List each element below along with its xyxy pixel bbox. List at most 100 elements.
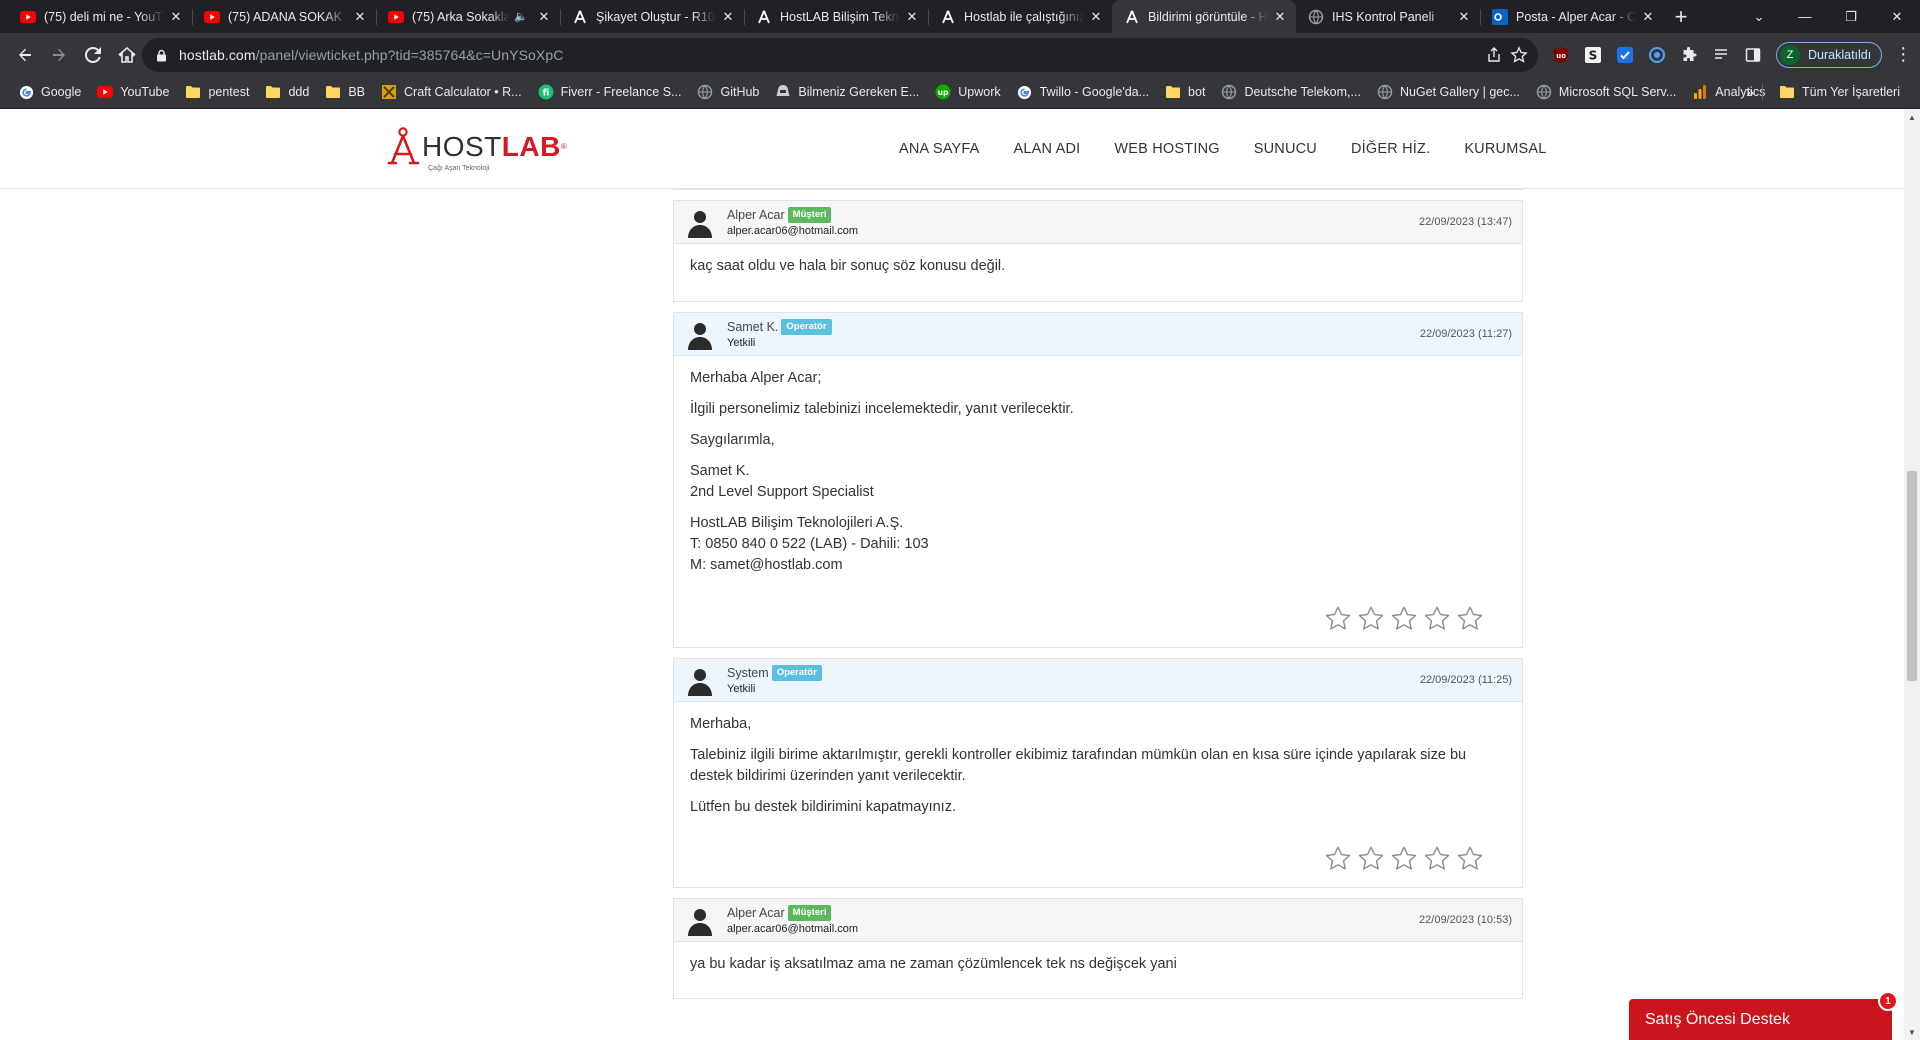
tab-close-icon[interactable]: ✕ <box>1088 9 1104 25</box>
reply-body: Merhaba Alper Acar; İlgili personelimiz t… <box>674 356 1522 590</box>
bookmarks-separator <box>1762 84 1764 100</box>
browser-tab-active[interactable]: Bildirimi görüntüle - HostLAB ✕ <box>1112 0 1296 33</box>
rating-star-icon[interactable] <box>1324 605 1352 638</box>
bookmark-label: YouTube <box>120 85 170 99</box>
nav-link[interactable]: DİĞER HİZ. <box>1351 141 1430 157</box>
reply-date: 22/09/2023 (11:27) <box>1419 328 1512 340</box>
bookmark-item[interactable]: bot <box>1157 78 1213 106</box>
globe-icon <box>697 84 713 100</box>
page-scrollbar[interactable]: ▲ ▼ <box>1904 109 1920 1040</box>
close-window-button[interactable]: ✕ <box>1874 0 1920 33</box>
bookmark-item[interactable]: Twillo - Google'da... <box>1009 78 1157 106</box>
bookmark-item[interactable]: Craft Calculator • R... <box>373 78 530 106</box>
rating-star-icon[interactable] <box>1357 605 1385 638</box>
nav-link[interactable]: SUNUCU <box>1254 141 1317 157</box>
window-controls: ⌄ — ❐ ✕ <box>1736 0 1920 33</box>
reload-button[interactable] <box>76 38 110 72</box>
rating-star-icon[interactable] <box>1456 605 1484 638</box>
tab-close-icon[interactable]: ✕ <box>536 9 552 25</box>
all-bookmarks-button[interactable]: Tüm Yer İşaretleri <box>1771 78 1908 106</box>
ticket-reply: Samet K. Operatör Yetkili 22/09/2023 (11:27… <box>673 312 1523 648</box>
nav-link[interactable]: WEB HOSTING <box>1114 141 1219 157</box>
bookmark-item[interactable]: ddd <box>257 78 317 106</box>
chat-widget-label: Satış Öncesi Destek <box>1645 1010 1790 1028</box>
home-button[interactable] <box>110 38 144 72</box>
rating-star-icon[interactable] <box>1324 845 1352 878</box>
tab-title: (75) deli mi ne - YouTube <box>44 9 164 24</box>
browser-tab[interactable]: HostLAB Bilişim Teknolojileri ✕ <box>744 0 928 33</box>
check-extension-icon[interactable] <box>1612 42 1638 68</box>
tab-close-icon[interactable]: ✕ <box>1272 9 1288 25</box>
browser-tab[interactable]: Şikayet Oluştur - R10.net ✕ <box>560 0 744 33</box>
rating-star-icon[interactable] <box>1390 605 1418 638</box>
minimize-button[interactable]: — <box>1782 0 1828 33</box>
more-bookmarks-button[interactable]: » <box>1746 84 1754 100</box>
edge-extension-icon[interactable] <box>1644 42 1670 68</box>
tab-close-icon[interactable]: ✕ <box>352 9 368 25</box>
bookmark-item[interactable]: Microsoft SQL Serv... <box>1528 78 1684 106</box>
new-tab-button[interactable]: + <box>1664 0 1698 33</box>
bookmark-item[interactable]: YouTube <box>89 78 177 106</box>
bookmark-item[interactable]: Deutsche Telekom,... <box>1213 78 1369 106</box>
globe-icon <box>1536 84 1552 100</box>
bookmark-label: Deutsche Telekom,... <box>1244 85 1361 99</box>
browser-tab[interactable]: (75) deli mi ne - YouTube ✕ <box>8 0 192 33</box>
address-bar[interactable]: hostlab.com/panel/viewticket.php?tid=385… <box>142 38 1538 72</box>
folder-icon <box>325 84 341 100</box>
hostlab-logo[interactable]: HOSTLAB® Çağı Aşan Teknoloji <box>386 127 567 172</box>
bookmark-item[interactable]: up Upwork <box>927 78 1008 106</box>
bookmark-star-icon[interactable] <box>1510 46 1528 64</box>
tab-close-icon[interactable]: ✕ <box>1456 9 1472 25</box>
user-avatar-icon <box>688 668 712 696</box>
tab-close-icon[interactable]: ✕ <box>904 9 920 25</box>
rating-star-icon[interactable] <box>1423 845 1451 878</box>
youtube-icon <box>388 9 404 25</box>
browser-tab[interactable]: IHS Kontrol Paneli ✕ <box>1296 0 1480 33</box>
google-icon <box>1017 84 1033 100</box>
extensions-puzzle-icon[interactable] <box>1676 42 1702 68</box>
profile-button[interactable]: Z Duraklatıldı <box>1776 41 1883 68</box>
browser-tab[interactable]: Posta - Alper Acar - Outlook ✕ <box>1480 0 1664 33</box>
bookmark-item[interactable]: Google <box>10 78 89 106</box>
rating-star-icon[interactable] <box>1423 605 1451 638</box>
bookmarks-right: » Tüm Yer İşaretleri <box>1746 78 1908 106</box>
scroll-thumb[interactable] <box>1907 471 1917 681</box>
reading-list-icon[interactable] <box>1708 42 1734 68</box>
home-icon <box>118 46 136 63</box>
back-button[interactable] <box>8 38 42 72</box>
tab-close-icon[interactable]: ✕ <box>720 9 736 25</box>
s-extension-icon[interactable]: S <box>1580 42 1606 68</box>
rating-star-icon[interactable] <box>1357 845 1385 878</box>
nav-link[interactable]: ALAN ADI <box>1014 141 1081 157</box>
nav-link[interactable]: ANA SAYFA <box>899 141 980 157</box>
browser-tab[interactable]: (75) ADANA SOKAK LEZZETLERİ ✕ <box>192 0 376 33</box>
tab-close-icon[interactable]: ✕ <box>1640 9 1656 25</box>
scroll-up-arrow[interactable]: ▲ <box>1904 109 1920 125</box>
tab-search-button[interactable]: ⌄ <box>1736 0 1782 33</box>
presales-chat-widget[interactable]: Satış Öncesi Destek 1 <box>1629 991 1898 1040</box>
side-panel-icon[interactable] <box>1740 42 1766 68</box>
scroll-down-arrow[interactable]: ▼ <box>1904 1024 1920 1040</box>
browser-tab[interactable]: Hostlab ile çalıştığınız için ✕ <box>928 0 1112 33</box>
bookmark-item[interactable]: pentest <box>177 78 257 106</box>
bookmark-item[interactable]: Bilmeniz Gereken E... <box>767 78 927 106</box>
ublock-extension-icon[interactable]: uo <box>1548 42 1574 68</box>
analytics-icon <box>1692 84 1708 100</box>
rating-star-icon[interactable] <box>1390 845 1418 878</box>
bookmark-item[interactable]: NuGet Gallery | gec... <box>1369 78 1528 106</box>
rating-star-icon[interactable] <box>1456 845 1484 878</box>
main-navigation: ANA SAYFA ALAN ADI WEB HOSTING SUNUCU DİĞER … <box>899 109 1580 189</box>
restore-button[interactable]: ❐ <box>1828 0 1874 33</box>
tab-close-icon[interactable]: ✕ <box>168 9 184 25</box>
bookmark-item[interactable]: GitHub <box>689 78 767 106</box>
bookmark-item[interactable]: BB <box>317 78 373 106</box>
globe-icon <box>1377 84 1393 100</box>
audio-playing-icon[interactable]: 🔈 <box>514 10 528 23</box>
forward-button[interactable] <box>42 38 76 72</box>
browser-tab[interactable]: (75) Arka Sokaklar 🔈 ✕ <box>376 0 560 33</box>
lock-icon[interactable] <box>156 49 167 62</box>
share-icon[interactable] <box>1486 47 1502 63</box>
nav-link[interactable]: KURUMSAL <box>1464 141 1546 157</box>
bookmark-item[interactable]: fi Fiverr - Freelance S... <box>530 78 690 106</box>
browser-menu-button[interactable]: ⋮ <box>1894 44 1912 65</box>
